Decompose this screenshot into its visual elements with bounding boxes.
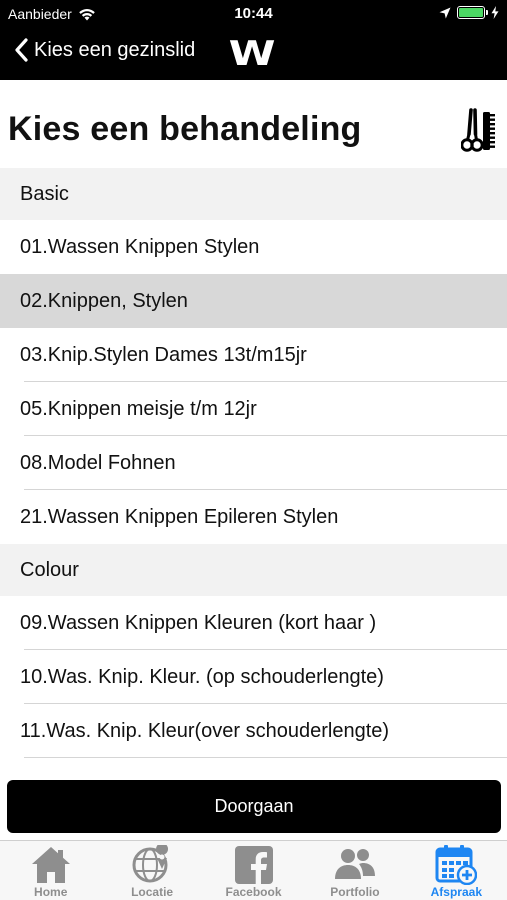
list-item-selected[interactable]: 02.Knippen, Stylen bbox=[0, 274, 507, 328]
tab-label: Locatie bbox=[131, 885, 174, 899]
list-item[interactable]: 11.Was. Knip. Kleur(over schouderlengte) bbox=[0, 704, 507, 758]
location-arrow-icon bbox=[439, 7, 451, 18]
list-item-label: 21.Wassen Knippen Epileren Stylen bbox=[20, 505, 339, 528]
tab-label: Afspraak bbox=[430, 885, 482, 899]
tab-afspraak[interactable]: Afspraak bbox=[406, 841, 507, 900]
list-item-label: 02.Knippen, Stylen bbox=[20, 289, 188, 312]
nav-bar: Kies een gezinslid W bbox=[0, 30, 507, 76]
list-item[interactable]: 10.Was. Knip. Kleur. (op schouderlengte) bbox=[0, 650, 507, 704]
list-item-label: 03.Knip.Stylen Dames 13t/m15jr bbox=[20, 343, 307, 366]
tab-label: Portfolio bbox=[330, 885, 380, 899]
list-item-label: 05.Knippen meisje t/m 12jr bbox=[20, 397, 257, 420]
tab-home[interactable]: Home bbox=[0, 841, 101, 900]
tab-locatie[interactable]: Locatie bbox=[101, 841, 202, 900]
status-time: 10:44 bbox=[234, 5, 273, 22]
list-item[interactable]: 08.Model Fohnen bbox=[0, 436, 507, 490]
list-item[interactable]: 03.Knip.Stylen Dames 13t/m15jr bbox=[0, 328, 507, 382]
home-icon bbox=[31, 847, 70, 883]
treatment-list: Basic 01.Wassen Knippen Stylen 02.Knippe… bbox=[0, 168, 507, 758]
back-button[interactable]: Kies een gezinslid bbox=[14, 38, 195, 62]
tab-portfolio[interactable]: Portfolio bbox=[304, 841, 405, 900]
battery-icon bbox=[457, 6, 488, 19]
list-item[interactable]: 21.Wassen Knippen Epileren Stylen bbox=[0, 490, 507, 544]
list-item-label: 01.Wassen Knippen Stylen bbox=[20, 235, 260, 258]
globe-pin-icon bbox=[132, 845, 169, 883]
calendar-add-icon bbox=[435, 845, 478, 885]
list-item[interactable]: 05.Knippen meisje t/m 12jr bbox=[0, 382, 507, 436]
scissors-comb-icon bbox=[461, 108, 495, 152]
tab-label: Home bbox=[34, 885, 68, 899]
facebook-icon bbox=[234, 846, 273, 885]
charging-bolt-icon bbox=[491, 6, 499, 19]
status-bar: Aanbieder 10:44 bbox=[0, 0, 507, 28]
title-row: Kies een behandeling bbox=[0, 80, 507, 168]
list-item[interactable]: 01.Wassen Knippen Stylen bbox=[0, 220, 507, 274]
list-item-label: 08.Model Fohnen bbox=[20, 451, 176, 474]
tab-facebook[interactable]: Facebook bbox=[203, 841, 304, 900]
list-item[interactable]: 09.Wassen Knippen Kleuren (kort haar ) bbox=[0, 596, 507, 650]
chevron-left-icon bbox=[15, 38, 28, 62]
page-title: Kies een behandeling bbox=[8, 110, 362, 148]
status-right bbox=[439, 6, 499, 19]
list-item-label: 11.Was. Knip. Kleur(over schouderlengte) bbox=[20, 719, 390, 742]
list-item-label: 09.Wassen Knippen Kleuren (kort haar ) bbox=[20, 611, 377, 634]
section-header-basic: Basic bbox=[0, 168, 507, 220]
people-icon bbox=[334, 849, 375, 879]
continue-button[interactable]: Doorgaan bbox=[7, 780, 501, 833]
brand-logo: W bbox=[228, 34, 276, 74]
row-divider bbox=[24, 757, 507, 758]
top-bar: Aanbieder 10:44 Kies een gezinslid W bbox=[0, 0, 507, 80]
section-header-colour: Colour bbox=[0, 544, 507, 596]
back-button-label: Kies een gezinslid bbox=[34, 38, 196, 61]
battery-fill bbox=[459, 8, 483, 17]
tab-label: Facebook bbox=[225, 885, 282, 899]
list-item-label: 10.Was. Knip. Kleur. (op schouderlengte) bbox=[20, 665, 384, 688]
tab-bar: Home Locatie Facebook Portfolio Afspraak bbox=[0, 840, 507, 900]
